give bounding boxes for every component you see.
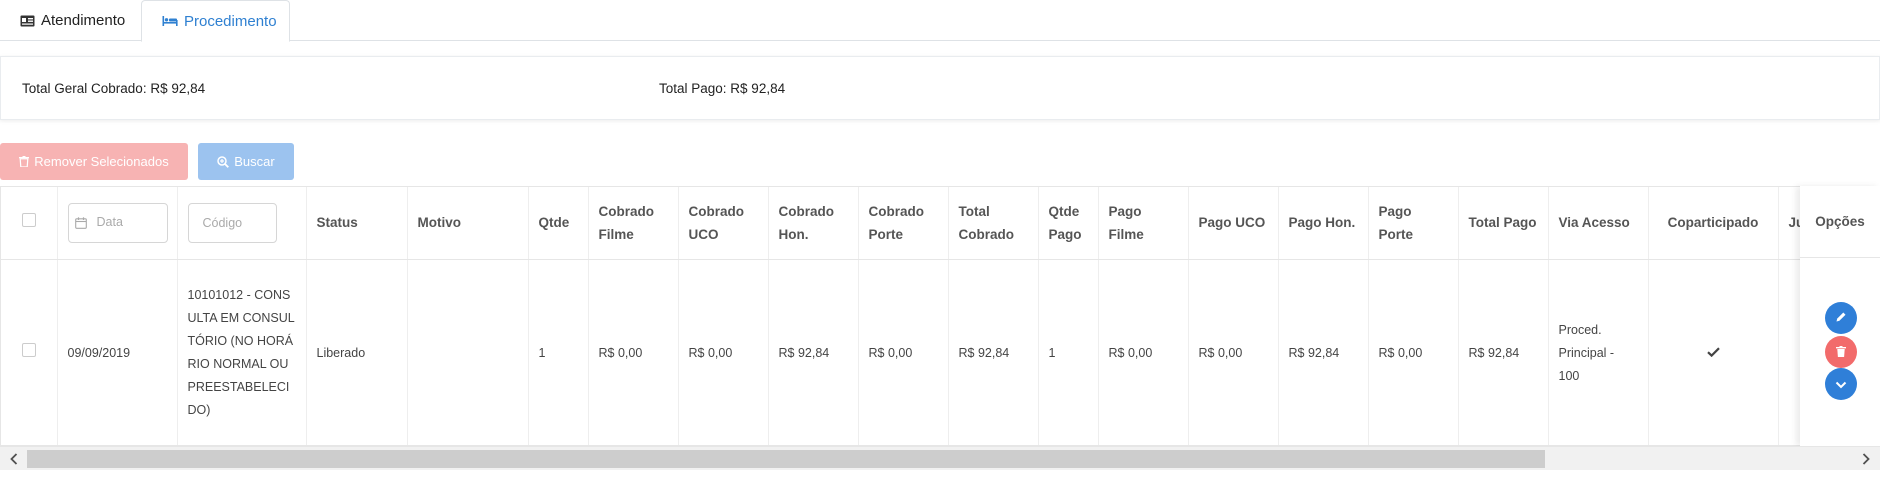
select-all-checkbox[interactable] [21, 213, 36, 228]
cell-pago-hon: R$ 92,84 [1278, 259, 1369, 445]
header-qtde: Qtde [528, 187, 589, 260]
header-data: Data [57, 187, 178, 260]
cell-total-cobrado: R$ 92,84 [948, 259, 1039, 445]
header-motivo: Motivo [407, 187, 529, 260]
table-header-row: Data Status Motivo Qtde Cobrado Filme Co… [1, 187, 1879, 260]
expand-button[interactable] [1825, 368, 1857, 400]
edit-button[interactable] [1825, 302, 1857, 334]
header-qtde-pago: Qtde Pago [1038, 187, 1099, 260]
total-pago: Total Pago: R$ 92,84 [659, 81, 786, 96]
buscar-label: Buscar [234, 154, 275, 169]
cell-status: Liberado [306, 259, 408, 445]
id-card-icon [20, 15, 35, 27]
header-codigo [177, 187, 307, 260]
horizontal-scrollbar[interactable] [0, 446, 1880, 470]
cell-cobrado-uco: R$ 0,00 [678, 259, 769, 445]
header-status: Status [306, 187, 408, 260]
cell-cobrado-hon: R$ 92,84 [768, 259, 859, 445]
row-checkbox[interactable] [21, 342, 36, 357]
header-pago-porte: Pago Porte [1368, 187, 1459, 260]
pencil-icon [1835, 310, 1847, 326]
cell-codigo: 10101012 - CONSULTA EM CONSULTÓRIO (NO H… [177, 259, 307, 445]
cell-qtde: 1 [528, 259, 589, 445]
chevron-down-icon [1835, 376, 1847, 392]
date-filter-input[interactable]: Data [67, 202, 168, 243]
tab-bar: Atendimento Procedimento [0, 0, 1880, 42]
options-column: Opções [1800, 186, 1880, 446]
code-filter-input[interactable] [187, 202, 277, 243]
cell-pago-uco: R$ 0,00 [1188, 259, 1279, 445]
header-select-all [1, 187, 58, 260]
header-pago-hon: Pago Hon. [1278, 187, 1369, 260]
cell-qtde-pago: 1 [1038, 259, 1099, 445]
trash-icon [19, 156, 30, 167]
header-via-acesso: Via Acesso [1548, 187, 1649, 260]
date-filter-placeholder: Data [96, 215, 123, 230]
header-pago-filme: Pago Filme [1098, 187, 1189, 260]
cell-coparticipado [1648, 259, 1779, 445]
remove-selected-button[interactable]: Remover Selecionados [0, 143, 188, 180]
cell-pago-filme: R$ 0,00 [1098, 259, 1189, 445]
scroll-left-icon[interactable] [2, 447, 26, 471]
scrollbar-thumb[interactable] [27, 450, 1545, 468]
header-cobrado-hon: Cobrado Hon. [768, 187, 859, 260]
tab-procedimento-label: Procedimento [184, 12, 277, 30]
table-row[interactable]: 09/09/2019 10101012 - CONSULTA EM CONSUL… [1, 259, 1879, 445]
totals-card: Total Geral Cobrado: R$ 92,84 Total Pago… [0, 56, 1880, 120]
header-total-pago: Total Pago [1458, 187, 1549, 260]
zoom-in-icon [217, 155, 230, 168]
cell-total-pago: R$ 92,84 [1458, 259, 1549, 445]
procedures-grid: Data Status Motivo Qtde Cobrado Filme Co… [0, 186, 1880, 446]
cell-motivo [407, 259, 529, 445]
bed-icon [162, 15, 178, 27]
check-icon [1706, 346, 1720, 360]
buscar-button[interactable]: Buscar [198, 143, 294, 180]
tab-procedimento[interactable]: Procedimento [141, 0, 290, 42]
header-pago-uco: Pago UCO [1188, 187, 1279, 260]
header-total-cobrado: Total Cobrado [948, 187, 1039, 260]
cell-via-acesso: Proced. Principal - 100 [1548, 259, 1649, 445]
header-coparticipado: Coparticipado [1648, 187, 1779, 260]
header-cobrado-filme: Cobrado Filme [588, 187, 679, 260]
procedures-table: Data Status Motivo Qtde Cobrado Filme Co… [1, 187, 1879, 445]
trash-icon [1836, 344, 1846, 360]
remove-selected-label: Remover Selecionados [34, 154, 169, 169]
total-geral-cobrado: Total Geral Cobrado: R$ 92,84 [22, 81, 206, 96]
header-cobrado-uco: Cobrado UCO [678, 187, 769, 260]
cell-cobrado-filme: R$ 0,00 [588, 259, 679, 445]
delete-button[interactable] [1825, 336, 1857, 368]
scroll-right-icon[interactable] [1854, 447, 1878, 471]
header-opcoes: Opções [1800, 186, 1880, 258]
calendar-icon [74, 217, 87, 229]
cell-data: 09/09/2019 [57, 259, 178, 445]
tab-atendimento[interactable]: Atendimento [0, 0, 141, 41]
tab-atendimento-label: Atendimento [41, 12, 126, 29]
row-select-cell [1, 259, 58, 445]
cell-cobrado-porte: R$ 0,00 [858, 259, 949, 445]
header-cobrado-porte: Cobrado Porte [858, 187, 949, 260]
cell-pago-porte: R$ 0,00 [1368, 259, 1459, 445]
